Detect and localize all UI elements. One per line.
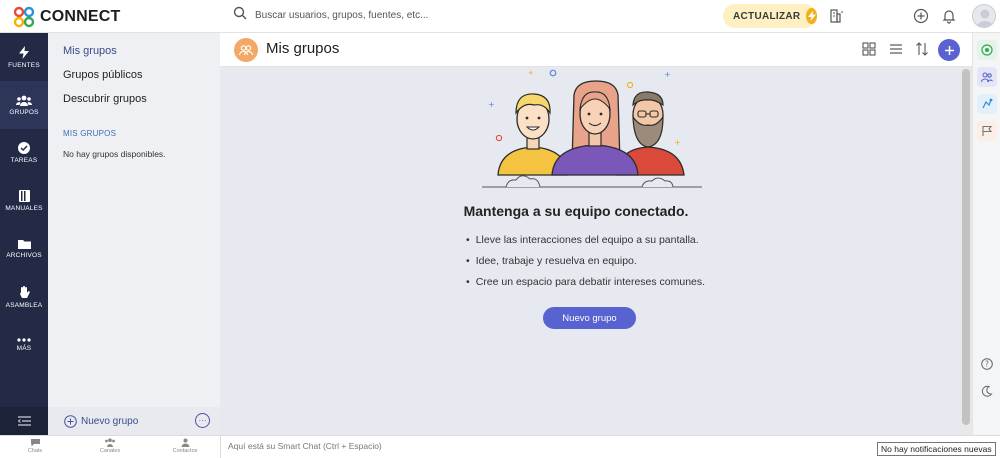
bolt-icon — [806, 8, 817, 24]
users-icon — [105, 438, 115, 447]
bottom-bar: Chats Canales Contactos No hay notificac… — [0, 435, 1000, 458]
new-group-button[interactable]: Nuevo grupo — [543, 307, 636, 329]
contact-icon — [181, 438, 189, 447]
smart-chat-bar[interactable] — [220, 436, 875, 458]
more-icon — [17, 338, 31, 342]
empty-state-heading: Mantenga a su equipo conectado. — [463, 203, 689, 219]
nav-item-asamblea[interactable]: ASAMBLEA — [0, 273, 48, 321]
nav-label: TAREAS — [10, 157, 38, 164]
connect-logo-icon — [12, 5, 36, 29]
avatar[interactable] — [972, 4, 996, 28]
building-icon[interactable] — [829, 8, 845, 29]
bot-icon[interactable] — [977, 40, 997, 60]
bottom-tab-contactos[interactable]: Contactos — [160, 438, 210, 454]
upgrade-label: ACTUALIZAR — [733, 10, 801, 22]
upgrade-button[interactable]: ACTUALIZAR — [723, 4, 817, 28]
chat-icon — [30, 439, 40, 447]
flag-icon[interactable] — [977, 121, 997, 141]
bottom-tab-label: Contactos — [172, 448, 198, 454]
add-group-button[interactable] — [938, 39, 960, 61]
sub-link-descubrir-grupos[interactable]: Descubrir grupos — [63, 93, 147, 105]
add-circle-icon[interactable] — [913, 8, 929, 29]
check-circle-icon — [18, 142, 30, 154]
svg-text:+: + — [664, 70, 671, 79]
bottom-tab-label: Canales — [99, 448, 121, 454]
grid-view-icon[interactable] — [862, 42, 876, 61]
top-bar: CONNECT ACTUALIZAR — [0, 0, 1000, 33]
nav-label: MÁS — [16, 345, 32, 352]
page-title: Mis grupos — [266, 40, 340, 57]
moon-icon[interactable] — [977, 381, 997, 401]
collapse-nav-button[interactable] — [0, 407, 48, 435]
scrollbar[interactable] — [960, 67, 972, 435]
section-title: MIS GRUPOS — [63, 129, 117, 138]
main-header: Mis grupos — [220, 33, 972, 67]
nav-label: ASAMBLEA — [5, 301, 43, 309]
feature-item: Lleve las interacciones del equipo a su … — [466, 234, 705, 246]
groups-empty-state: + + + + Mantenga a su equipo conectado. … — [220, 67, 960, 435]
folder-icon — [17, 240, 31, 249]
more-options-button[interactable]: ··· — [195, 413, 210, 428]
left-nav: FUENTES GRUPOS TAREAS MANUALES ARCHIVOS … — [0, 33, 48, 435]
broadcast-icon[interactable] — [977, 94, 997, 114]
app-logo[interactable]: CONNECT — [12, 5, 121, 29]
feature-list: Lleve las interacciones del equipo a su … — [466, 234, 705, 297]
feature-item: Cree un espacio para debatir intereses c… — [466, 276, 705, 288]
new-group-label: Nuevo grupo — [81, 415, 139, 427]
svg-text:+: + — [674, 138, 681, 147]
app-name: CONNECT — [40, 8, 121, 25]
help-icon[interactable]: ? — [977, 354, 997, 374]
search-bar[interactable] — [233, 6, 555, 25]
svg-text:+: + — [488, 100, 495, 109]
nav-item-fuentes[interactable]: FUENTES — [0, 33, 48, 81]
groups-panel-footer: Nuevo grupo ··· — [48, 407, 220, 435]
notification-status: No hay notificaciones nuevas — [877, 442, 996, 456]
sort-icon[interactable] — [915, 42, 929, 61]
scrollbar-thumb[interactable] — [962, 69, 970, 425]
hand-icon — [19, 285, 30, 298]
nav-label: MANUALES — [5, 205, 43, 212]
team-illustration: + + + + — [482, 69, 702, 188]
nav-item-tareas[interactable]: TAREAS — [0, 129, 48, 177]
smart-chat-input[interactable] — [228, 441, 828, 451]
search-input[interactable] — [255, 10, 555, 21]
bottom-tab-canales[interactable]: Canales — [85, 438, 135, 454]
plus-icon — [944, 45, 954, 55]
svg-text:?: ? — [985, 360, 989, 369]
nav-item-archivos[interactable]: ARCHIVOS — [0, 225, 48, 273]
nav-label: ARCHIVOS — [6, 252, 42, 259]
sub-link-grupos-publicos[interactable]: Grupos públicos — [63, 69, 143, 81]
new-group-link[interactable]: Nuevo grupo — [64, 414, 139, 428]
bottom-tab-label: Chats — [27, 448, 43, 454]
list-view-icon[interactable] — [889, 42, 903, 61]
add-circle-icon — [64, 414, 77, 428]
collapse-menu-icon — [17, 416, 31, 426]
users-icon — [16, 95, 32, 106]
feature-item: Idee, trabaje y resuelva en equipo. — [466, 255, 705, 267]
users-icon[interactable] — [977, 67, 997, 87]
svg-text:+: + — [528, 69, 534, 77]
nav-label: FUENTES — [8, 61, 40, 69]
book-icon — [18, 190, 30, 202]
groups-icon — [234, 38, 258, 62]
right-rail: ? — [972, 33, 1000, 435]
nav-item-manuales[interactable]: MANUALES — [0, 177, 48, 225]
nav-item-mas[interactable]: MÁS — [0, 321, 48, 369]
nav-label: GRUPOS — [9, 108, 39, 116]
bolt-icon — [19, 45, 29, 59]
groups-panel: Mis grupos Grupos públicos Descubrir gru… — [48, 33, 220, 435]
bell-icon[interactable] — [941, 8, 957, 29]
search-icon — [233, 6, 247, 25]
sub-link-mis-grupos[interactable]: Mis grupos — [63, 45, 117, 57]
empty-groups-text: No hay grupos disponibles. — [63, 149, 166, 159]
bottom-tab-chats[interactable]: Chats — [10, 438, 60, 454]
nav-item-grupos[interactable]: GRUPOS — [0, 81, 48, 129]
